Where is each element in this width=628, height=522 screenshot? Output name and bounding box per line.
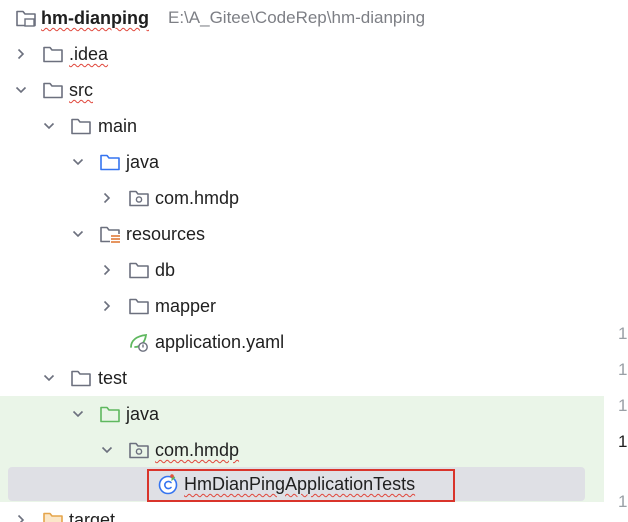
root-project-path: E:\A_Gitee\CodeRep\hm-dianping xyxy=(168,8,426,27)
tree-item-label: main xyxy=(98,116,138,136)
folder-icon xyxy=(129,298,149,315)
tree-row-main[interactable]: main xyxy=(0,108,604,144)
tree-item-label: target xyxy=(69,510,116,522)
tree-item-label: .idea xyxy=(69,44,109,64)
chevron-down-icon[interactable] xyxy=(71,155,85,169)
folder-icon xyxy=(71,370,91,387)
tree-row-test-package[interactable]: com.hmdp xyxy=(0,432,604,468)
project-tree: hm-dianping E:\A_Gitee\CodeRep\hm-dianpi… xyxy=(0,0,604,522)
tree-row-src[interactable]: src xyxy=(0,72,604,108)
root-project-name: hm-dianping xyxy=(41,8,149,28)
folder-icon xyxy=(71,118,91,135)
tree-row-main-java[interactable]: java xyxy=(0,144,604,180)
folder-icon xyxy=(129,262,149,279)
resources-folder-icon xyxy=(100,226,121,244)
tree-item-label: mapper xyxy=(155,296,217,316)
chevron-right-icon[interactable] xyxy=(100,299,114,313)
line-number: 1 xyxy=(618,396,628,415)
tree-item-label: src xyxy=(69,80,93,100)
line-number: 1 xyxy=(618,492,628,511)
tree-item-label: test xyxy=(98,368,128,388)
spring-config-icon xyxy=(130,333,148,352)
folder-icon xyxy=(43,46,63,63)
editor-gutter: 1 1 1 1 1 xyxy=(604,0,628,522)
chevron-down-icon[interactable] xyxy=(42,119,56,133)
line-number: 1 xyxy=(618,360,628,379)
tree-row-main-package[interactable]: com.hmdp xyxy=(0,180,604,216)
chevron-down-icon[interactable] xyxy=(42,371,56,385)
tree-row-test[interactable]: test xyxy=(0,360,604,396)
annotation-highlight-box xyxy=(147,469,455,502)
tree-row-test-java[interactable]: java xyxy=(0,396,604,432)
tree-item-label: com.hmdp xyxy=(155,440,240,460)
source-folder-icon xyxy=(100,154,120,171)
tree-row-db[interactable]: db xyxy=(0,252,604,288)
chevron-down-icon[interactable] xyxy=(14,83,28,97)
line-number: 1 xyxy=(618,432,628,451)
tree-item-label: resources xyxy=(126,224,206,244)
chevron-down-icon[interactable] xyxy=(100,443,114,457)
tree-item-label: java xyxy=(126,404,160,424)
chevron-right-icon[interactable] xyxy=(14,47,28,61)
tree-row-mapper[interactable]: mapper xyxy=(0,288,604,324)
tree-item-label: com.hmdp xyxy=(155,188,240,208)
package-icon xyxy=(129,190,149,207)
folder-icon xyxy=(43,82,63,99)
tree-row-application-yaml[interactable]: application.yaml xyxy=(0,324,604,360)
line-number: 1 xyxy=(618,324,628,343)
project-folder-icon xyxy=(16,10,36,27)
chevron-right-icon[interactable] xyxy=(100,191,114,205)
chevron-right-icon[interactable] xyxy=(14,513,28,522)
excluded-folder-icon xyxy=(43,512,63,522)
tree-row-resources[interactable]: resources xyxy=(0,216,604,252)
chevron-down-icon[interactable] xyxy=(71,407,85,421)
tree-row-target[interactable]: target xyxy=(0,502,604,522)
test-source-folder-icon xyxy=(100,406,120,423)
tree-row-root[interactable]: hm-dianping E:\A_Gitee\CodeRep\hm-dianpi… xyxy=(0,0,604,36)
chevron-right-icon[interactable] xyxy=(100,263,114,277)
tree-item-label: application.yaml xyxy=(155,332,285,352)
package-icon xyxy=(129,442,149,459)
tree-row-idea[interactable]: .idea xyxy=(0,36,604,72)
tree-item-label: java xyxy=(126,152,160,172)
tree-item-label: db xyxy=(155,260,176,280)
chevron-down-icon[interactable] xyxy=(71,227,85,241)
